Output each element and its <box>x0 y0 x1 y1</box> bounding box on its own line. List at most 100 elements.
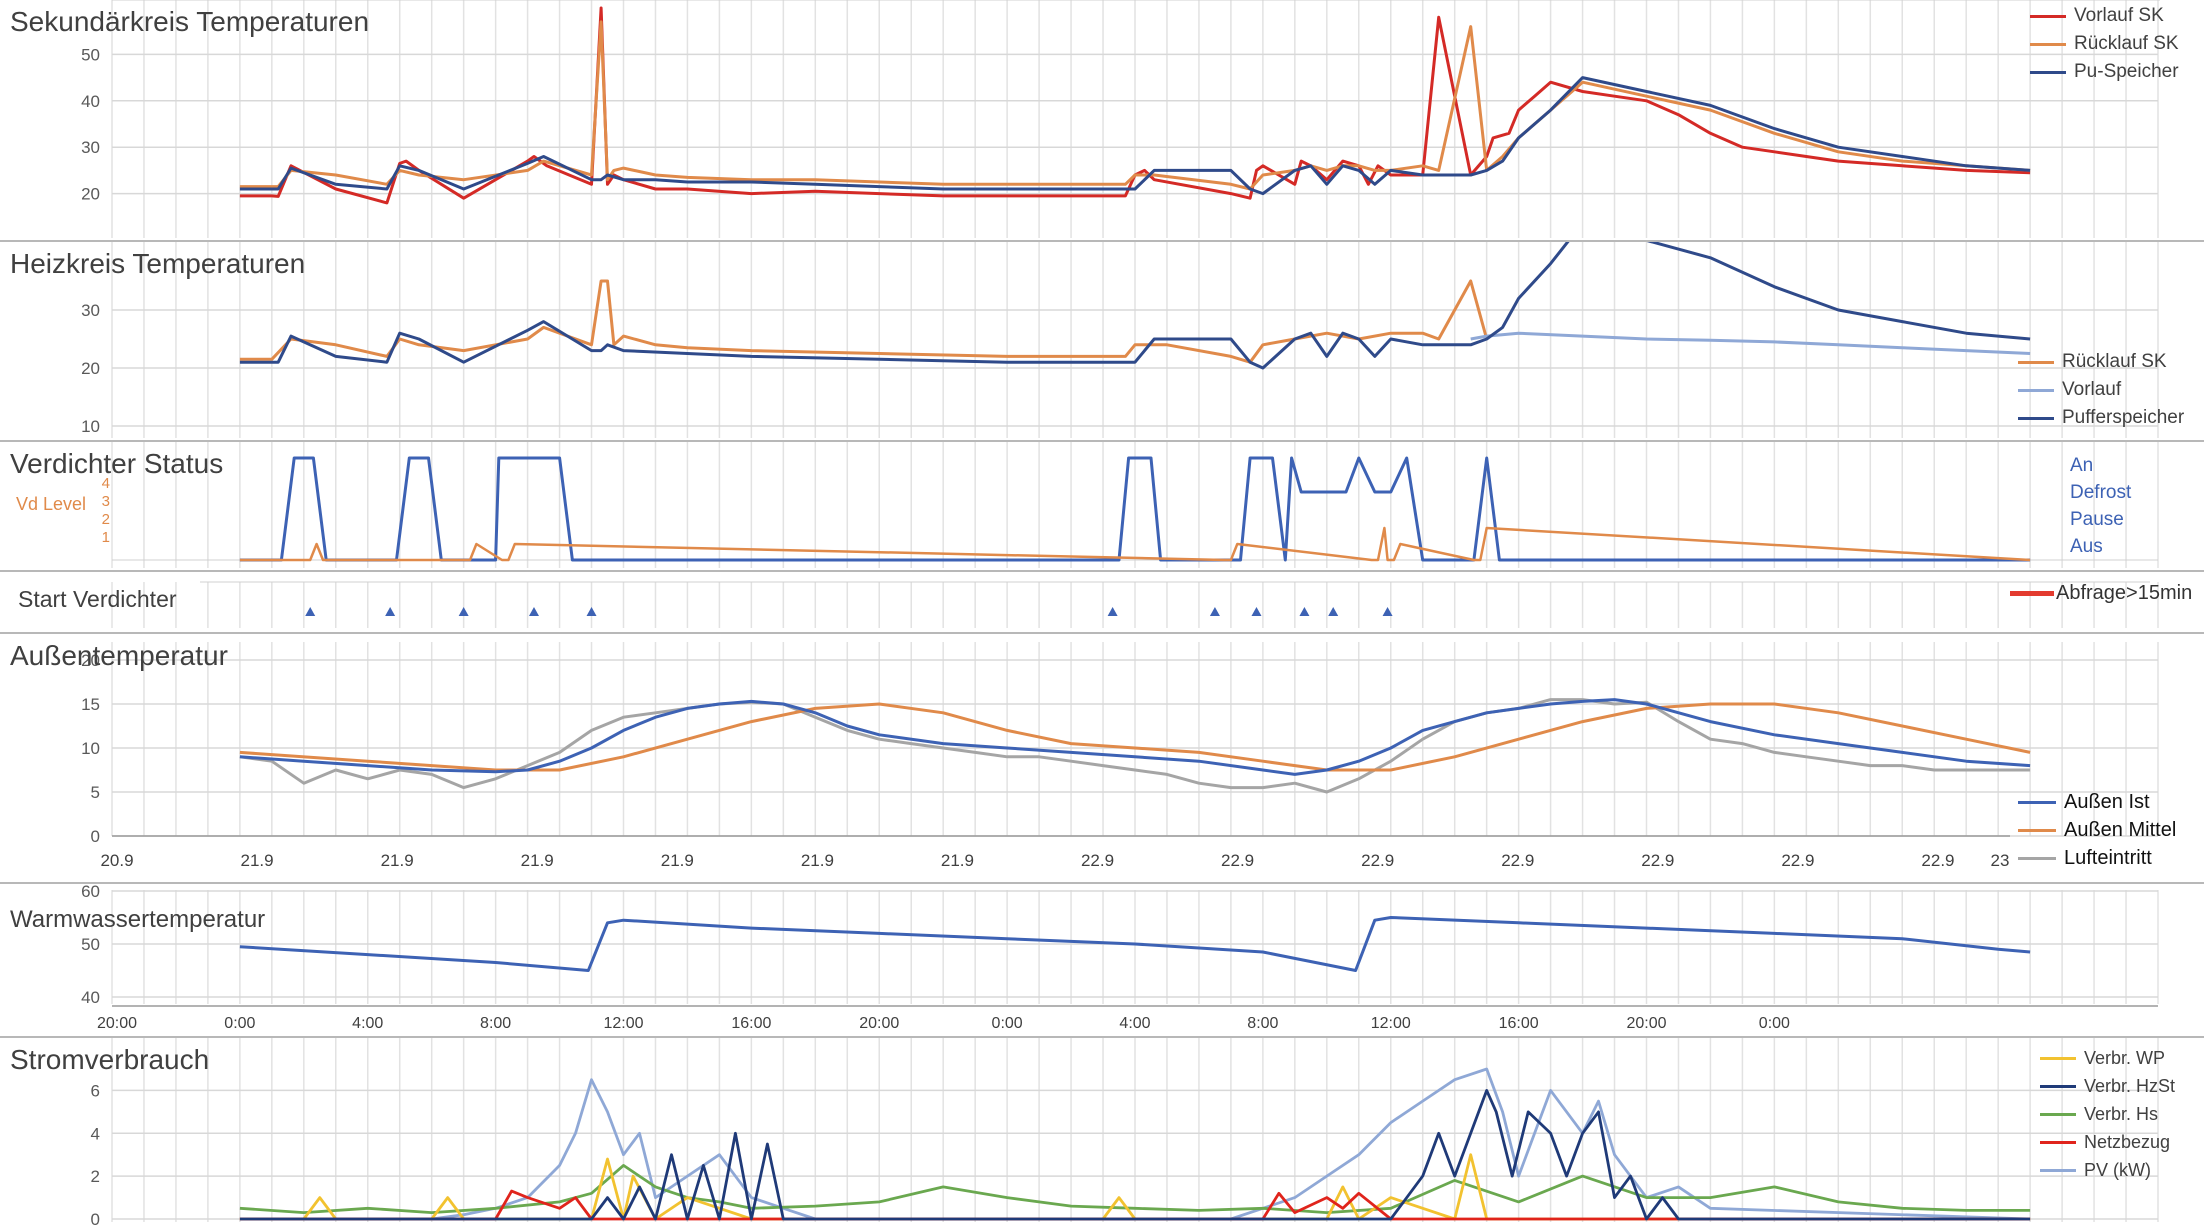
start-marker <box>1328 607 1339 616</box>
legend-entry: Verbr. Hs <box>2040 1100 2175 1128</box>
x-tick-label: 12:00 <box>603 1015 643 1032</box>
chart-heizkreis: 30 20 10 <box>81 242 2159 438</box>
y-tick-label: 50 <box>81 45 100 64</box>
legend-label: Pufferspeicher <box>2062 407 2185 428</box>
legend-label: Rücklauf SK <box>2062 351 2167 372</box>
chart-stromverbrauch: 6 4 2 0 <box>91 1038 2159 1226</box>
x-tick-label: 20:00 <box>859 1015 899 1032</box>
x-tick-label: 20:00 <box>97 1015 137 1032</box>
legend-swatch <box>2040 1056 2076 1060</box>
y-tick-label: 40 <box>81 92 100 111</box>
legend-swatch <box>2018 388 2054 392</box>
vd-state-labels: An Defrost Pause Aus <box>2070 452 2131 560</box>
y-tick-label: 0 <box>91 1210 100 1226</box>
x-tick-label: 21.9 <box>381 851 414 870</box>
x-tick-label: 20.9 <box>100 851 133 870</box>
legend-entry: Rücklauf SK <box>2018 348 2184 376</box>
legend-entry: Netzbezug <box>2040 1128 2175 1156</box>
legend-label: PV (kW) <box>2084 1159 2151 1180</box>
legend-swatch <box>2040 1168 2076 1172</box>
legend-heizkreis: Rücklauf SK Vorlauf Pufferspeicher <box>2018 348 2184 432</box>
legend-swatch <box>2018 856 2056 860</box>
x-tick-label: 16:00 <box>731 1015 771 1032</box>
x-tick-label: 21.9 <box>941 851 974 870</box>
y-tick-label: 15 <box>81 695 100 714</box>
y-tick-label: 10 <box>81 739 100 758</box>
y-tick-label: 50 <box>81 935 100 954</box>
legend-swatch <box>2030 14 2066 18</box>
legend-label: Lufteintritt <box>2064 846 2152 869</box>
panel-title: Außentemperatur <box>10 640 228 671</box>
legend-swatch <box>2040 1140 2076 1144</box>
y-tick-label: 30 <box>81 301 100 320</box>
legend-sekundaerkreis: Vorlauf SK Rücklauf SK Pu-Speicher <box>2030 2 2179 86</box>
y-tick-label: 5 <box>91 783 100 802</box>
start-marker <box>528 607 539 616</box>
legend-entry: PV (kW) <box>2040 1156 2175 1184</box>
panel-sekundaerkreis: 50 40 30 20 Sekundärkreis Temperaturen Vorl… <box>0 0 2204 238</box>
x-tick-label: 22.9 <box>1641 851 1674 870</box>
legend-label: Verbr. Hs <box>2084 1103 2159 1124</box>
x-tick-label: 21.9 <box>521 851 554 870</box>
legend-label: Abfrage>15min <box>2056 582 2193 604</box>
panel-title: Sekundärkreis Temperaturen <box>10 6 370 37</box>
legend-stromverbrauch: Verbr. WP Verbr. HzSt Verbr. Hs Netzbezug PV… <box>2040 1044 2175 1184</box>
legend-entry: Vorlauf <box>2018 376 2184 404</box>
panel-stromverbrauch: 6 4 2 0 Stromverbrauch Verbr. WP Verbr. HzSt… <box>0 1036 2204 1226</box>
start-marker <box>1209 607 1220 616</box>
x-tick-label: 16:00 <box>1499 1015 1539 1032</box>
vd-level-tick: 3 <box>102 493 110 510</box>
start-marker <box>385 607 396 616</box>
y-tick-label: 60 <box>81 884 100 901</box>
legend-swatch <box>2040 1112 2076 1116</box>
x-tick-label: 22.9 <box>1921 851 1954 870</box>
y-tick-label: 0 <box>91 827 100 846</box>
panel-title: Heizkreis Temperaturen <box>10 248 306 279</box>
legend-label: Außen Ist <box>2064 790 2150 813</box>
vd-state-label: An <box>2070 455 2094 476</box>
legend-swatch <box>2018 416 2054 420</box>
panel-title: Verdichter Status <box>10 448 224 479</box>
vd-level-label: Vd Level <box>16 494 87 514</box>
chart-aussentemperatur: 2015105020.9 21.9 21.9 21.9 21.9 21.9 21.9 22.9… <box>81 642 2159 870</box>
x-tick-label: 22.9 <box>1081 851 1114 870</box>
panel-start-verdichter: Start Verdichter Abfrage>15min <box>0 570 2204 630</box>
gridlines <box>111 642 2159 837</box>
x-tick-label: 21.9 <box>661 851 694 870</box>
x-tick-label: 21.9 <box>801 851 834 870</box>
panel-warmwasser: 60 50 40 20:00 0:00 4:00 8:00 12:00 16:00 20:00 0:… <box>0 882 2204 1034</box>
legend-label: Netzbezug <box>2084 1131 2171 1152</box>
legend-entry: Vorlauf SK <box>2030 2 2179 30</box>
gridlines <box>111 582 2159 628</box>
gridlines <box>111 890 2159 1004</box>
chart-start-verdichter <box>111 581 2159 628</box>
y-tick-label: 20 <box>81 359 100 378</box>
x-tick-label: 21.9 <box>241 851 274 870</box>
x-tick-label: 22.9 <box>1501 851 1534 870</box>
panel-verdichter-status: 4321 Verdichter Status Vd Level An Defros… <box>0 440 2204 568</box>
x-tick-label: 22.9 <box>1781 851 1814 870</box>
x-tick-label: 0:00 <box>1759 1015 1790 1032</box>
x-tick-label: 0:00 <box>992 1015 1023 1032</box>
legend-entry: Rücklauf SK <box>2030 30 2179 58</box>
gridlines <box>111 1038 2159 1222</box>
legend-swatch <box>2030 42 2066 46</box>
legend-entry: Verbr. HzSt <box>2040 1072 2175 1100</box>
x-tick-label: 23 <box>1991 851 2010 870</box>
series-r-cklauf-sk <box>239 279 1489 364</box>
gridlines <box>111 0 2159 238</box>
legend-swatch <box>2040 1084 2076 1088</box>
x-tick-label: 20:00 <box>1626 1015 1666 1032</box>
legend-entry: Lufteintritt <box>2018 844 2176 872</box>
x-tick-label: 4:00 <box>1119 1015 1150 1032</box>
legend-swatch <box>2030 70 2066 74</box>
legend-entry: Außen Mittel <box>2018 816 2176 844</box>
x-tick-label: 4:00 <box>352 1015 383 1032</box>
x-tick-label: 0:00 <box>224 1015 255 1032</box>
legend-swatch <box>2010 591 2054 596</box>
x-tick-label: 22.9 <box>1221 851 1254 870</box>
vd-state-label: Defrost <box>2070 482 2132 503</box>
legend-label: Pu-Speicher <box>2074 61 2179 82</box>
x-tick-label: 8:00 <box>1247 1015 1278 1032</box>
legend-label: Vorlauf SK <box>2074 5 2164 26</box>
